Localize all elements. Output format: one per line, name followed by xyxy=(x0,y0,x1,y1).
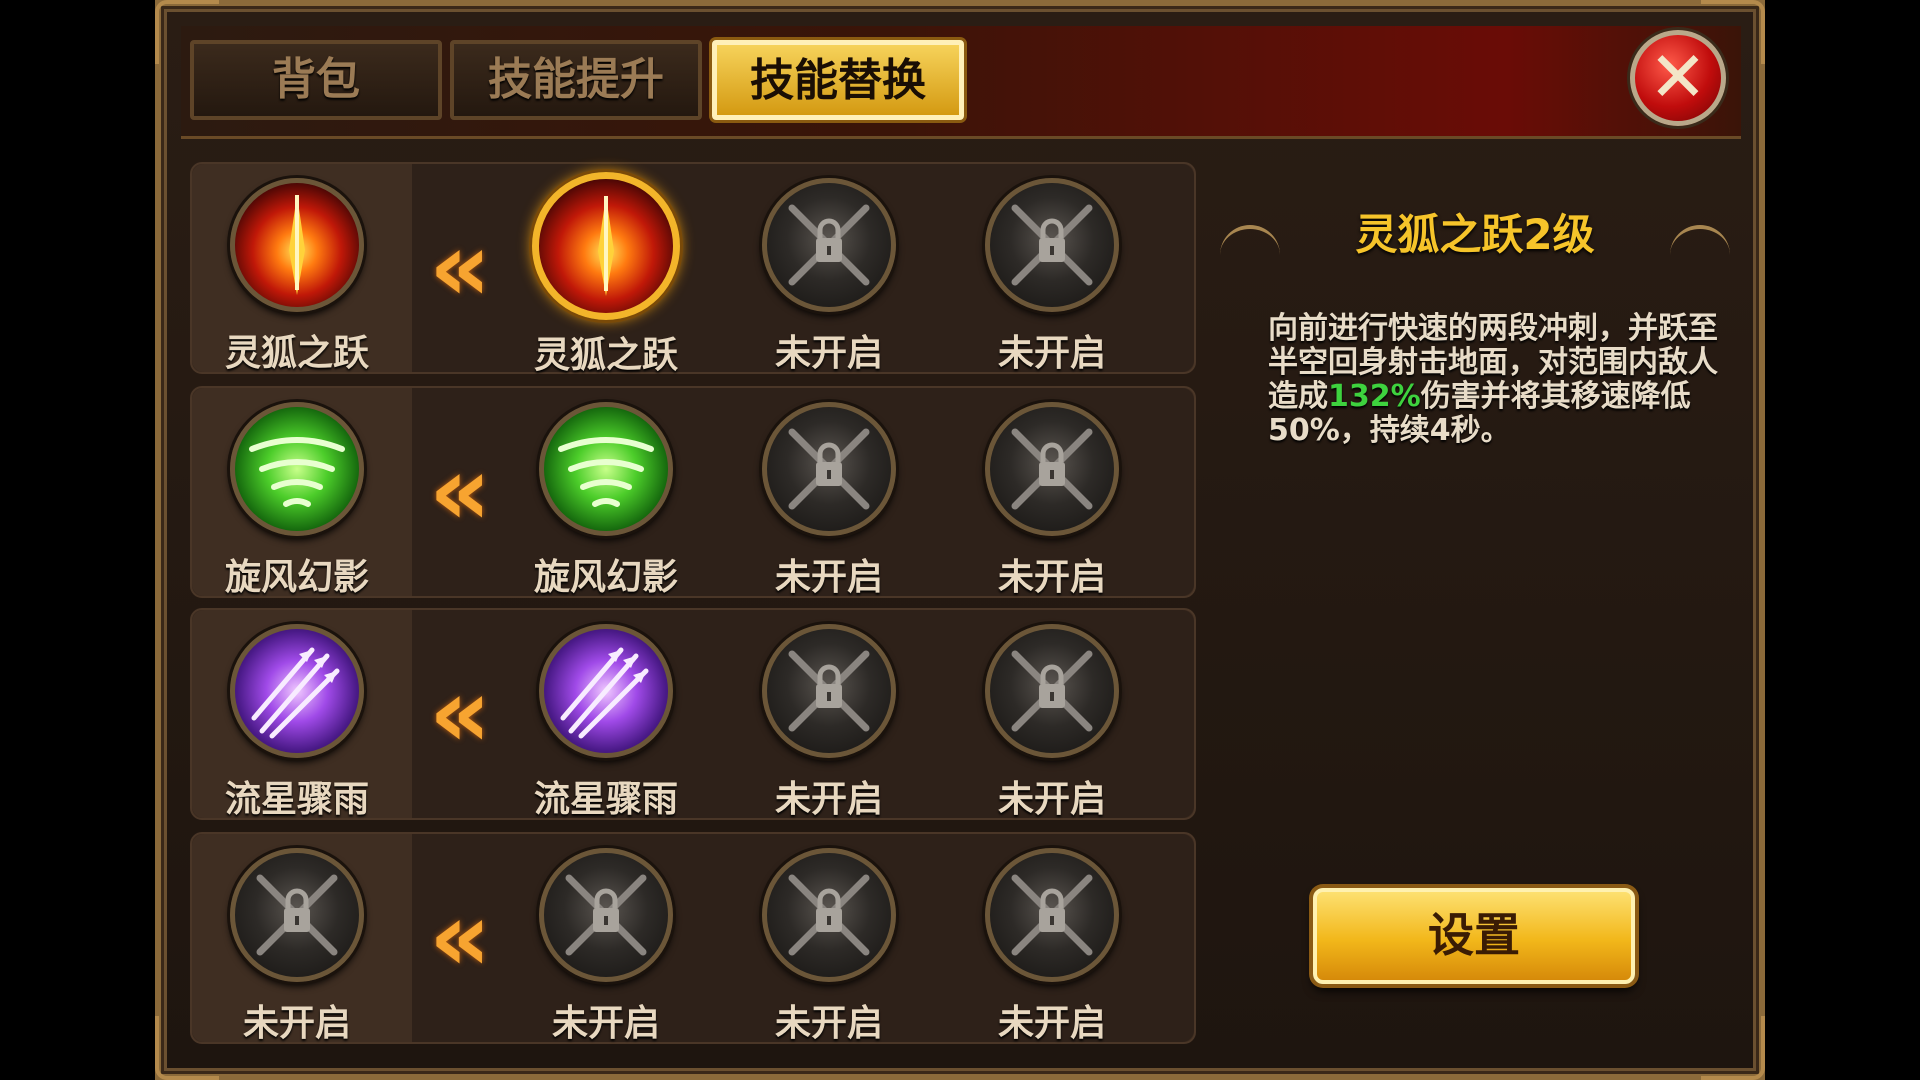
meteor-rain-skill-icon xyxy=(230,624,364,758)
skill-name-label: 未开启 xyxy=(774,333,883,374)
skill-name-label: 未开启 xyxy=(774,557,883,598)
locked-chain-icon xyxy=(762,402,896,536)
skill-option-slot[interactable]: 未开启 xyxy=(516,848,696,1046)
skill-name-label: 灵狐之跃 xyxy=(224,333,369,374)
whirlwind-skill-icon xyxy=(539,402,673,536)
skill-info-header: 灵狐之跃2级 xyxy=(1220,195,1730,275)
skill-option-slot[interactable]: 流星骤雨 xyxy=(516,624,696,822)
skill-option-slot[interactable]: 未开启 xyxy=(962,402,1142,600)
skill-option-slot[interactable]: 未开启 xyxy=(739,848,919,1046)
skill-option-slot[interactable]: 旋风幻影 xyxy=(516,402,696,600)
double-chevron-left-icon: « xyxy=(428,657,491,769)
skill-option-slot[interactable]: 未开启 xyxy=(739,402,919,600)
skill-option-slot[interactable]: 未开启 xyxy=(739,624,919,822)
skill-name-label: 未开启 xyxy=(774,779,883,820)
locked-chain-icon xyxy=(762,178,896,312)
skill-name-label: 未开启 xyxy=(774,1003,883,1044)
locked-chain-icon xyxy=(985,178,1119,312)
fox-leap-skill-icon xyxy=(532,172,680,320)
skill-name-label: 未开启 xyxy=(997,333,1106,374)
frame-corner xyxy=(1701,1016,1765,1080)
skill-name-label: 旋风幻影 xyxy=(224,557,369,598)
desc-damage-value: 132% xyxy=(1328,379,1421,414)
tab-bag[interactable]: 背包 xyxy=(190,40,442,120)
skill-info-title: 灵狐之跃2级 xyxy=(1355,210,1595,259)
skill-option-slot[interactable]: 未开启 xyxy=(962,178,1142,376)
current-skill-slot[interactable]: 灵狐之跃 xyxy=(207,178,387,376)
current-skill-slot[interactable]: 流星骤雨 xyxy=(207,624,387,822)
locked-chain-icon xyxy=(539,848,673,982)
skill-option-slot[interactable]: 未开启 xyxy=(962,848,1142,1046)
close-button[interactable]: ✕ xyxy=(1630,30,1726,126)
skill-name-label: 未开启 xyxy=(242,1003,351,1044)
skill-name-label: 流星骤雨 xyxy=(224,779,369,820)
skill-name-label: 灵狐之跃 xyxy=(533,335,678,376)
skill-option-slot[interactable]: 未开启 xyxy=(962,624,1142,822)
skill-name-label: 未开启 xyxy=(997,779,1106,820)
tab-skill-replace[interactable]: 技能替换 xyxy=(712,40,964,120)
locked-chain-icon xyxy=(230,848,364,982)
current-skill-slot[interactable]: 未开启 xyxy=(207,848,387,1046)
fox-leap-skill-icon xyxy=(230,178,364,312)
skill-name-label: 未开启 xyxy=(997,1003,1106,1044)
locked-chain-icon xyxy=(985,624,1119,758)
skill-description: 向前进行快速的两段冲刺，并跃至半空回身射击地面，对范围内敌人造成132%伤害并将… xyxy=(1268,312,1718,448)
skill-name-label: 未开启 xyxy=(551,1003,660,1044)
locked-chain-icon xyxy=(762,624,896,758)
double-chevron-left-icon: « xyxy=(428,435,491,547)
tab-skill-upgrade[interactable]: 技能提升 xyxy=(450,40,702,120)
skill-name-label: 未开启 xyxy=(997,557,1106,598)
double-chevron-left-icon: « xyxy=(428,211,491,323)
whirlwind-skill-icon xyxy=(230,402,364,536)
skill-option-slot[interactable]: 灵狐之跃 xyxy=(516,172,696,378)
current-skill-slot[interactable]: 旋风幻影 xyxy=(207,402,387,600)
meteor-rain-skill-icon xyxy=(539,624,673,758)
skill-name-label: 流星骤雨 xyxy=(533,779,678,820)
double-chevron-left-icon: « xyxy=(428,881,491,993)
locked-chain-icon xyxy=(762,848,896,982)
skill-name-label: 旋风幻影 xyxy=(533,557,678,598)
close-x-icon: ✕ xyxy=(1648,36,1708,118)
setup-button[interactable]: 设置 xyxy=(1313,888,1635,984)
locked-chain-icon xyxy=(985,402,1119,536)
locked-chain-icon xyxy=(985,848,1119,982)
skill-option-slot[interactable]: 未开启 xyxy=(739,178,919,376)
